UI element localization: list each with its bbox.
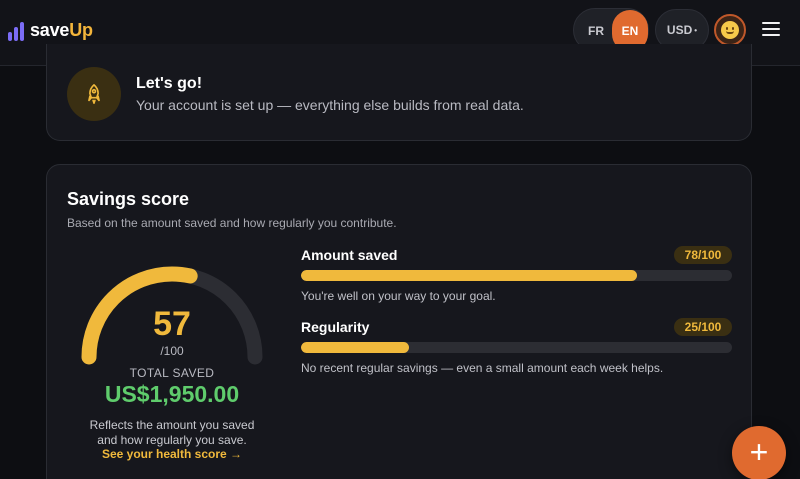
smiley-face-icon	[721, 21, 739, 39]
total-saved-label: TOTAL SAVED	[129, 366, 215, 380]
score-max: /100	[160, 344, 184, 358]
welcome-subtitle: Your account is set up — everything else…	[136, 97, 524, 113]
amount-saved-progress	[301, 270, 732, 281]
rocket-icon	[67, 67, 121, 121]
score-value: 57	[153, 305, 191, 343]
savings-score-card: Savings score Based on the amount saved …	[46, 164, 752, 479]
score-description: Based on the amount saved and how regula…	[67, 216, 397, 230]
amount-saved-badge: 78/100	[674, 246, 732, 264]
app-logo[interactable]: saveUp	[8, 20, 93, 41]
regularity-progress	[301, 342, 732, 353]
amount-saved-note: You're well on your way to your goal.	[301, 289, 496, 303]
avatar[interactable]	[714, 14, 746, 46]
language-fr-button[interactable]: FR	[581, 16, 611, 46]
score-explanation-line2: and how regularly you save.	[97, 433, 247, 447]
score-explanation: Reflects the amount you saved and how re…	[77, 418, 267, 448]
brand-name-part1: save	[30, 20, 70, 40]
currency-value: USD	[666, 23, 693, 37]
score-title: Savings score	[67, 189, 190, 209]
regularity-progress-fill	[301, 342, 409, 353]
add-button[interactable]: +	[732, 426, 786, 479]
amount-saved-progress-fill	[301, 270, 638, 281]
health-score-link[interactable]: See your health score →	[77, 447, 267, 461]
brand-name: saveUp	[30, 20, 93, 41]
regularity-label: Regularity	[301, 319, 370, 335]
caret-icon: •	[694, 25, 698, 35]
welcome-card: Let's go! Your account is set up — every…	[46, 44, 752, 141]
total-saved-value: US$1,950.00	[104, 381, 240, 407]
welcome-title: Let's go!	[136, 75, 203, 92]
logo-bars-icon	[8, 21, 24, 41]
amount-saved-label: Amount saved	[301, 247, 398, 263]
brand-name-part2: Up	[69, 20, 93, 40]
hamburger-menu-icon[interactable]	[762, 22, 782, 38]
score-explanation-line1: Reflects the amount you saved	[89, 418, 255, 432]
regularity-note: No recent regular savings — even a small…	[301, 361, 664, 375]
regularity-badge: 25/100	[674, 318, 732, 336]
